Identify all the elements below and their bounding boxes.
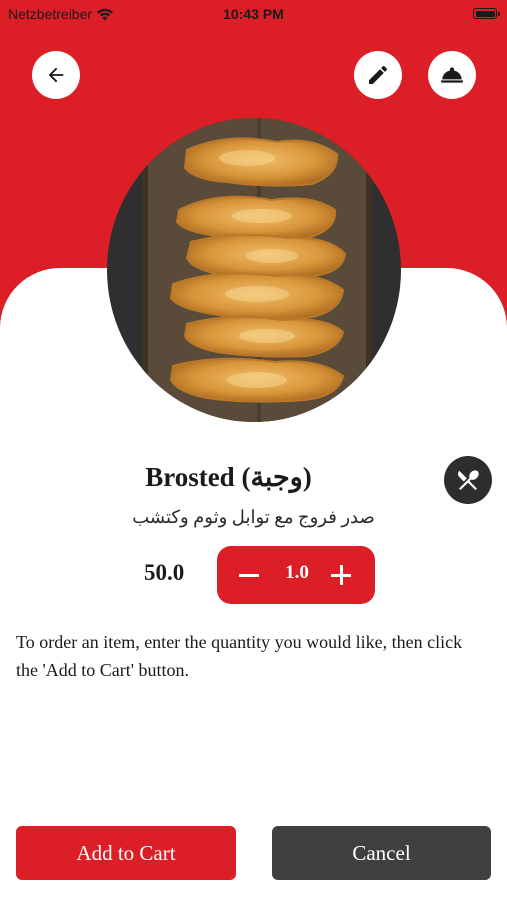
fork-knife-icon [457,470,479,491]
quantity-value: 1.0 [285,562,309,583]
increment-button[interactable] [331,560,353,590]
product-description: صدر فروج مع توابل وثوم وكتشب [132,507,375,527]
product-price: 50.0 [144,560,185,585]
status-time: 10:43 PM [223,6,284,22]
utensils-button[interactable] [444,456,492,504]
back-button[interactable] [32,51,80,99]
cancel-button[interactable]: Cancel [272,826,491,880]
food-image [107,118,401,422]
room-service-icon [441,67,463,83]
instructions-text: To order an item, enter the quantity you… [16,632,463,680]
product-title: Brosted (وجبة) [145,462,312,492]
battery-icon [473,8,500,19]
arrow-left-icon [48,67,64,83]
menu-button[interactable] [428,51,476,99]
status-bar: Netzbetreiber 10:43 PM [0,0,507,28]
decrement-button[interactable] [239,560,261,590]
add-to-cart-button[interactable]: Add to Cart [16,826,236,880]
edit-button[interactable] [354,51,402,99]
quantity-stepper[interactable]: 1.0 [217,546,375,604]
pencil-icon [369,65,387,84]
